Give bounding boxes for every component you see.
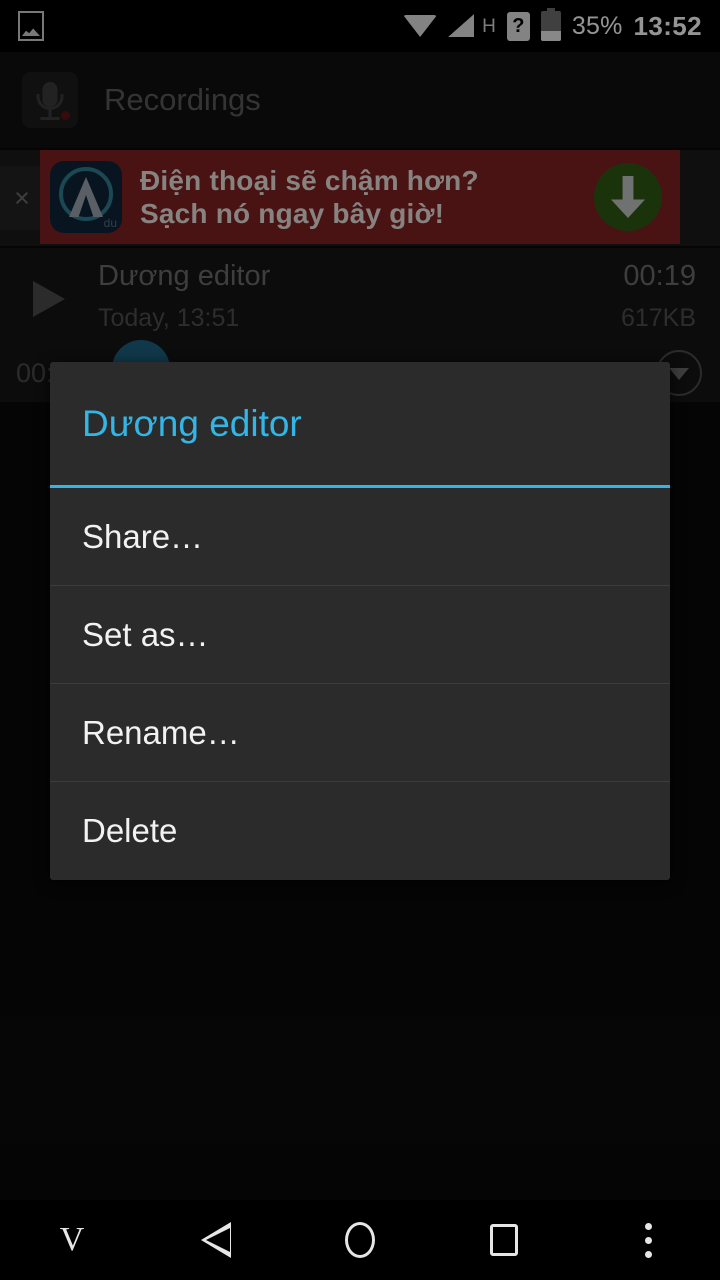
back-triangle-icon	[201, 1222, 231, 1258]
menu-item-label: Share…	[82, 517, 204, 555]
menu-item-rename[interactable]: Rename…	[50, 684, 670, 782]
navigation-bar: V	[0, 1200, 720, 1280]
phone-screen: H ? 35% 13:52 Recordings × du Điện thoại…	[0, 0, 720, 1280]
recents-square-icon	[490, 1224, 518, 1256]
menu-item-set-as[interactable]: Set as…	[50, 586, 670, 684]
menu-item-share[interactable]: Share…	[50, 488, 670, 586]
nav-home-button[interactable]	[288, 1200, 432, 1280]
nav-recents-button[interactable]	[432, 1200, 576, 1280]
overflow-dot	[644, 1236, 652, 1244]
menu-item-label: Set as…	[82, 615, 209, 653]
overflow-menu-icon	[644, 1222, 652, 1258]
overflow-dot	[644, 1250, 652, 1258]
nav-overflow-button[interactable]	[576, 1200, 720, 1280]
menu-item-label: Delete	[82, 812, 178, 849]
nav-back-button[interactable]	[144, 1200, 288, 1280]
dialog-title: Dương editor	[82, 402, 302, 444]
menu-item-delete[interactable]: Delete	[50, 782, 670, 880]
dialog-title-area: Dương editor	[50, 362, 670, 485]
overflow-dot	[644, 1222, 652, 1230]
home-circle-icon	[345, 1222, 375, 1258]
menu-item-label: Rename…	[82, 713, 240, 751]
nav-hide-button[interactable]: V	[0, 1200, 144, 1280]
chevron-down-v-icon: V	[59, 1221, 85, 1258]
context-menu-dialog: Dương editor Share… Set as… Rename… Dele…	[50, 362, 670, 880]
